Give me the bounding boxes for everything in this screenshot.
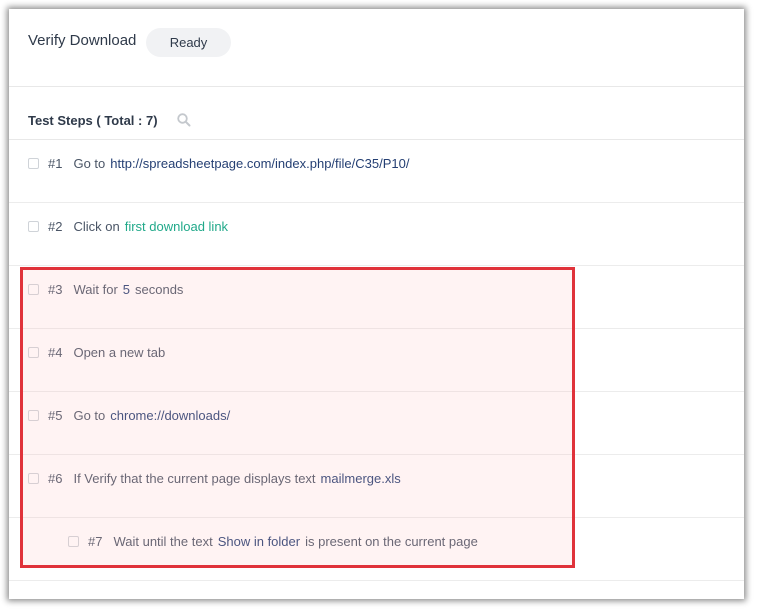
step-row[interactable]: #3 Wait for 5 seconds [9, 266, 744, 329]
step-row[interactable]: #5 Go to chrome://downloads/ [9, 392, 744, 455]
step-value: mailmerge.xls [320, 471, 401, 486]
step-row[interactable]: #6 If Verify that the current page displa… [9, 455, 744, 518]
step-action: Wait for [73, 282, 118, 297]
step-suffix: is present on the current page [305, 534, 478, 549]
step-action: Go to [73, 156, 106, 171]
test-case-panel: Verify Download Ready Test Steps ( Total… [9, 9, 744, 599]
step-action: If Verify that the current page displays… [73, 471, 316, 486]
test-case-header: Verify Download Ready [9, 9, 744, 87]
step-row[interactable]: #4 Open a new tab [9, 329, 744, 392]
step-number: #3 [48, 282, 63, 297]
step-number: #1 [48, 156, 63, 171]
step-content: #6 If Verify that the current page displa… [48, 471, 401, 486]
step-checkbox[interactable] [28, 347, 39, 358]
step-suffix: seconds [135, 282, 184, 297]
step-content: #5 Go to chrome://downloads/ [48, 408, 230, 423]
steps-count-title: Test Steps ( Total : 7) [28, 113, 158, 128]
step-value: chrome://downloads/ [110, 408, 231, 423]
step-content: #3 Wait for 5 seconds [48, 282, 183, 297]
step-number: #4 [48, 345, 63, 360]
step-element-link[interactable]: first download link [125, 219, 228, 234]
step-content: #2 Click on first download link [48, 219, 228, 234]
step-number: #2 [48, 219, 63, 234]
step-value: Show in folder [217, 534, 301, 549]
step-value: http://spreadsheetpage.com/index.php/fil… [110, 156, 410, 171]
step-row-nested[interactable]: #7 Wait until the text Show in folder is pr… [9, 518, 744, 581]
step-row[interactable]: #2 Click on first download link [9, 203, 744, 266]
step-checkbox[interactable] [28, 221, 39, 232]
step-checkbox[interactable] [28, 284, 39, 295]
step-content: #7 Wait until the text Show in folder is pr… [88, 534, 478, 549]
step-action: Click on [73, 219, 120, 234]
steps-header: Test Steps ( Total : 7) [9, 87, 744, 140]
status-badge: Ready [146, 28, 231, 57]
step-action: Open a new tab [73, 345, 166, 360]
step-action: Wait until the text [113, 534, 213, 549]
search-icon[interactable] [176, 112, 192, 128]
step-checkbox[interactable] [28, 410, 39, 421]
step-content: #1 Go to http://spreadsheetpage.com/index.… [48, 156, 409, 171]
step-checkbox[interactable] [28, 473, 39, 484]
step-number: #6 [48, 471, 63, 486]
step-content: #4 Open a new tab [48, 345, 165, 360]
test-case-title: Verify Download [28, 32, 137, 49]
step-value: 5 [122, 282, 131, 297]
step-checkbox[interactable] [28, 158, 39, 169]
step-checkbox[interactable] [68, 536, 79, 547]
step-number: #5 [48, 408, 63, 423]
step-row[interactable]: #1 Go to http://spreadsheetpage.com/index.… [9, 140, 744, 203]
step-action: Go to [73, 408, 106, 423]
step-number: #7 [88, 534, 103, 549]
